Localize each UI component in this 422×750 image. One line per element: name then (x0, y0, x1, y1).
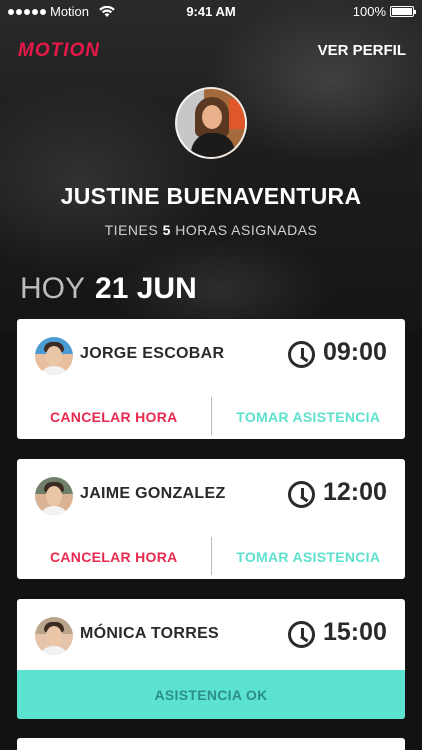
take-attendance-button[interactable]: TOMAR ASISTENCIA (212, 535, 406, 579)
client-avatar (35, 337, 73, 375)
assigned-hours-text: TIENES 5 HORAS ASIGNADAS (0, 222, 422, 238)
appointment-card: JORGE ESCOBAR 09:00 CANCELAR HORA TOMAR … (17, 319, 405, 439)
client-avatar (35, 617, 73, 655)
client-name: JAIME GONZALEZ (80, 485, 226, 502)
view-profile-link[interactable]: VER PERFIL (318, 42, 406, 59)
avatar-body (191, 133, 235, 157)
clock-icon (288, 341, 315, 368)
avatar-face (202, 105, 222, 129)
attendance-ok-status: ASISTENCIA OK (17, 670, 405, 719)
cancel-appointment-button[interactable]: CANCELAR HORA (17, 535, 211, 579)
appointment-time: 15:00 (323, 618, 387, 646)
status-right: 100% (352, 4, 416, 19)
clock-icon (288, 481, 315, 508)
client-name: MÓNICA TORRES (80, 625, 220, 642)
battery-percent: 100% (352, 4, 386, 19)
appointment-time: 12:00 (323, 478, 387, 506)
take-attendance-button[interactable]: TOMAR ASISTENCIA (212, 395, 406, 439)
client-avatar (35, 477, 73, 515)
client-name: JORGE ESCOBAR (80, 345, 225, 362)
appointment-time: 09:00 (323, 338, 387, 366)
appointment-actions: CANCELAR HORA TOMAR ASISTENCIA (17, 535, 405, 579)
status-bar: Motion 9:41 AM 100% (0, 0, 422, 24)
clock-icon (288, 621, 315, 648)
date-heading: HOY 21 JUN (20, 272, 197, 306)
appointment-actions: CANCELAR HORA TOMAR ASISTENCIA (17, 395, 405, 439)
motion-logo: MOTION (18, 40, 100, 61)
date-value: 21 JUN (95, 272, 197, 305)
cancel-appointment-button[interactable]: CANCELAR HORA (17, 395, 211, 439)
hours-suffix: HORAS ASIGNADAS (175, 222, 318, 238)
date-label: HOY (20, 272, 86, 305)
hours-count: 5 (162, 222, 171, 238)
battery-icon (390, 6, 416, 17)
battery-fill (392, 8, 412, 15)
appointment-card: JAIME GONZALEZ 12:00 CANCELAR HORA TOMAR… (17, 459, 405, 579)
next-appointment-card-peek (17, 738, 405, 750)
appointment-card: MÓNICA TORRES 15:00 ASISTENCIA OK (17, 599, 405, 719)
hours-prefix: TIENES (104, 222, 159, 238)
avatar-background-detail (229, 99, 245, 129)
profile-name: JUSTINE BUENAVENTURA (60, 183, 362, 209)
profile-avatar (175, 87, 247, 159)
